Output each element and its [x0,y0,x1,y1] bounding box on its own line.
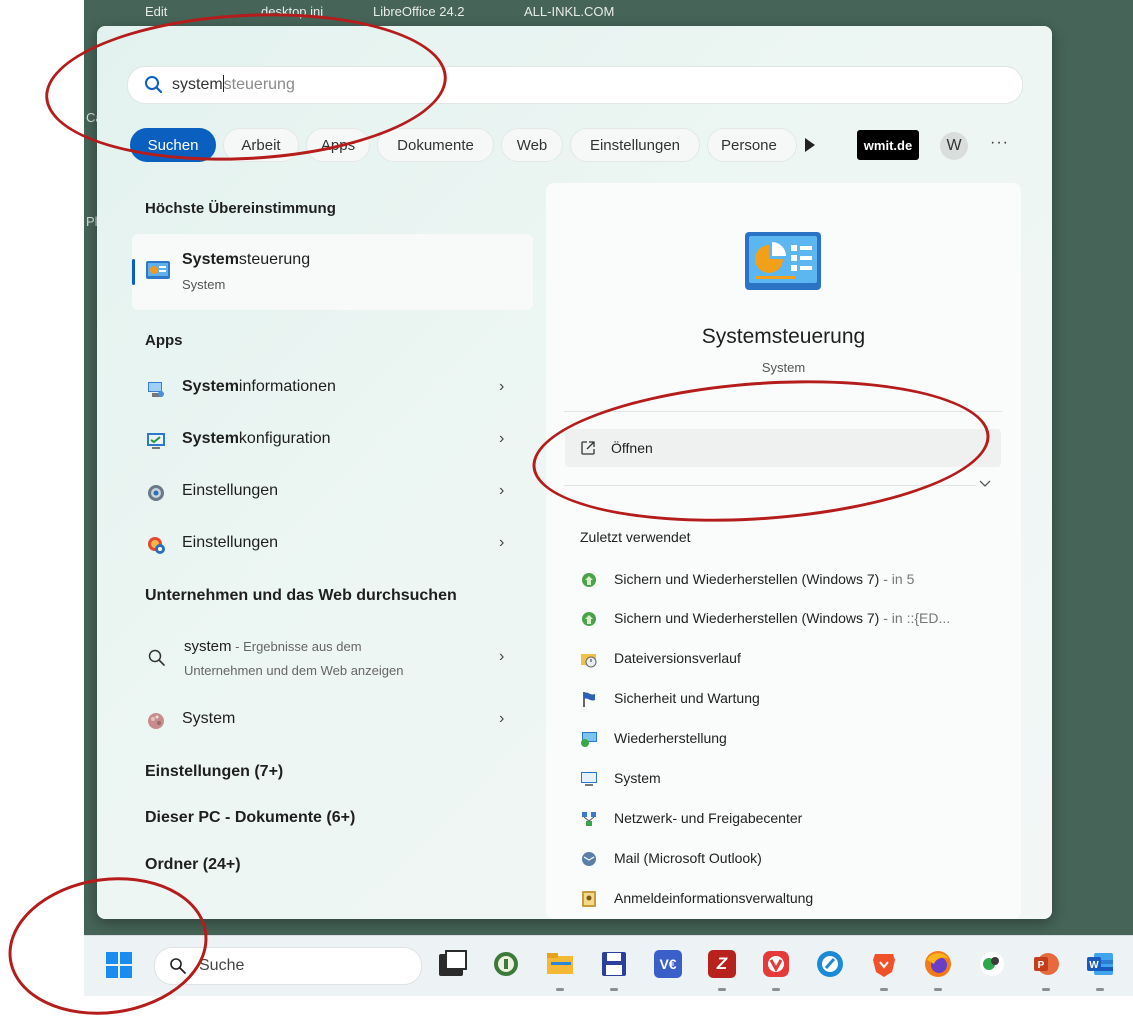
web-search-heading: Unternehmen und das Web durchsuchen [145,587,457,604]
tab-personen[interactable]: Persone [707,128,797,162]
app-result-label: Einstellungen [182,482,279,499]
app-result-label: Systeminformationen [182,378,336,395]
network-center-icon [582,812,596,826]
app-result-systeminformationen[interactable]: Systeminformationen › [132,367,532,411]
best-match-card[interactable]: Systemsteuerung System [132,234,533,310]
task-view-icon[interactable] [439,950,467,976]
recent-item-label: Dateiversionsverlauf [614,650,741,666]
brave-icon[interactable] [870,950,898,978]
mail-icon [582,852,596,866]
system-thumbnail-icon [148,713,164,729]
keepass-icon[interactable] [492,950,520,978]
control-panel-icon [146,261,170,279]
detail-title: Systemsteuerung [701,325,866,348]
running-indicator [1042,988,1050,991]
recent-item-label: Netzwerk- und Freigabecenter [614,810,803,826]
recent-item-label: Wiederherstellung [614,730,727,746]
recovery-icon [581,732,597,747]
running-indicator [610,988,618,991]
control-panel-large-icon [745,232,821,290]
backup-restore-icon [582,573,596,587]
chevron-right-icon[interactable]: › [499,710,504,728]
recent-item-label: System [614,770,661,786]
settings-group-heading[interactable]: Einstellungen (7+) [145,763,283,781]
detail-pane: Systemsteuerung System Öffnen Zuletzt ve… [546,183,1021,919]
powerpoint-icon[interactable]: P [1032,950,1060,978]
taskbar: Suche V€ Z P W [84,935,1133,996]
recent-item-location: - in ::{ED... [879,610,951,626]
best-match-heading: Höchste Übereinstimmung [145,200,336,217]
chevron-right-icon[interactable]: › [499,430,504,448]
chevron-down-icon[interactable] [978,479,992,489]
settings-gear-icon [148,485,164,501]
recent-heading: Zuletzt verwendet [580,529,691,545]
desktop-edge-text: Pl [86,214,98,229]
recent-item-label: Anmeldeinformationsverwaltung [614,890,814,906]
documents-group-heading[interactable]: Dieser PC - Dokumente (6+) [145,809,355,827]
app-result-systemkonfiguration[interactable]: Systemkonfiguration › [132,419,532,463]
chevron-right-icon[interactable]: › [499,648,504,666]
avatar[interactable]: W [940,132,968,160]
web-search-line1: system - Ergebnisse aus dem [184,638,362,655]
scroll-tabs-right-icon[interactable] [805,138,815,152]
ccleaner-icon[interactable] [816,950,844,978]
search-icon [148,649,165,666]
vivaldi-icon[interactable] [762,950,790,978]
chevron-right-icon[interactable]: › [499,378,504,396]
taskbar-search-placeholder: Suche [199,957,245,974]
recent-item-label: Sichern und Wiederherstellen (Windows 7) [614,610,880,626]
running-indicator [772,988,780,991]
desktop-item-all-inkl[interactable]: ALL-INKL.COM [524,4,614,19]
system-configuration-icon [147,433,165,449]
desktop-item-libreoffice[interactable]: LibreOffice 24.2 [373,4,465,19]
web-search-result[interactable]: system - Ergebnisse aus dem Unternehmen … [132,634,532,684]
running-indicator [880,988,888,991]
app-result-label: Systemkonfiguration [182,430,331,447]
chevron-right-icon[interactable]: › [499,482,504,500]
word-icon[interactable]: W [1086,950,1114,978]
ai-app-icon[interactable] [978,950,1006,978]
app-result-einstellungen-2[interactable]: Einstellungen › [132,523,532,567]
backup-restore-icon [582,612,596,626]
save-app-icon[interactable] [600,950,628,978]
selection-indicator [132,259,135,285]
detail-subtitle: System [761,360,806,375]
recent-item-label: Mail (Microsoft Outlook) [614,850,762,866]
app-result-einstellungen[interactable]: Einstellungen › [132,471,532,515]
tab-dokumente[interactable]: Dokumente [377,128,494,162]
filezilla-icon[interactable]: Z [708,950,736,978]
chevron-right-icon[interactable]: › [499,534,504,552]
svg-text:P: P [1038,960,1045,971]
organization-badge[interactable]: wmit.de [857,130,919,160]
best-match-subtitle: System [182,277,226,292]
credential-manager-icon [582,891,596,907]
file-history-icon [581,654,597,668]
file-explorer-icon[interactable] [546,950,574,978]
recent-item-label: Sicherheit und Wartung [614,690,760,706]
tab-einstellungen[interactable]: Einstellungen [570,128,700,162]
folders-group-heading[interactable]: Ordner (24+) [145,856,241,874]
veracrypt-icon[interactable]: V€ [654,950,682,978]
web-search-line2: Unternehmen und dem Web anzeigen [184,663,404,678]
recent-item-location: - in 5 [879,571,915,587]
settings-colorful-icon [148,537,165,554]
desktop-item-edit[interactable]: Edit [145,4,167,19]
more-options-icon[interactable]: ··· [990,134,1009,152]
tab-web[interactable]: Web [501,128,563,162]
security-flag-icon [583,692,595,707]
system-monitor-icon [581,772,597,786]
running-indicator [1096,988,1104,991]
best-match-title: Systemsteuerung [182,251,311,268]
apps-heading: Apps [145,332,183,349]
svg-text:W: W [1089,960,1099,971]
web-result-system[interactable]: System › [132,699,532,743]
app-result-label: Einstellungen [182,534,279,551]
firefox-icon[interactable] [924,950,952,978]
running-indicator [718,988,726,991]
recent-item-label: Sichern und Wiederherstellen (Windows 7) [614,571,880,587]
running-indicator [934,988,942,991]
running-indicator [556,988,564,991]
system-information-icon [148,382,164,397]
web-result-label: System [182,710,236,727]
